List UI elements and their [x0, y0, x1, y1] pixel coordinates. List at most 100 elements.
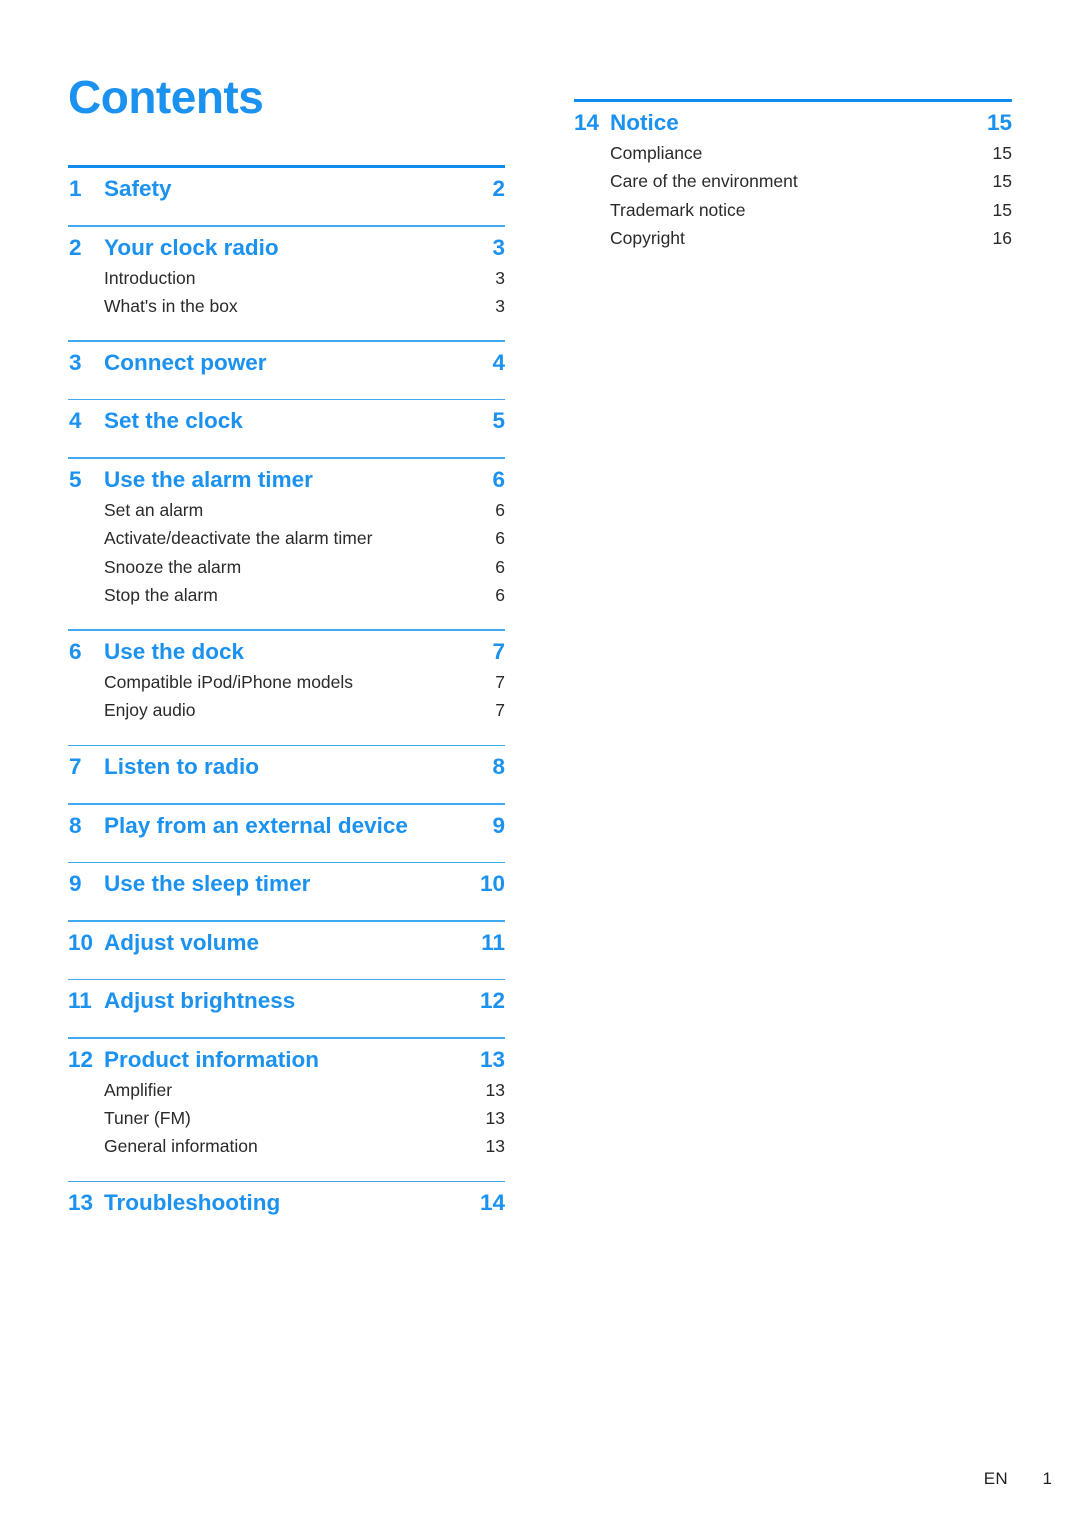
toc-group-body: 14 Notice 15 Compliance 15 Care of the enviro…	[574, 102, 1012, 272]
toc-entry-subsection[interactable]: Tuner (FM) 13	[68, 1104, 505, 1132]
toc-entry-chapter[interactable]: 5 Use the alarm timer 6	[68, 464, 505, 496]
toc-entry-chapter[interactable]: 12 Product information 13	[68, 1044, 505, 1076]
toc-entry-chapter[interactable]: 11 Adjust brightness 12	[68, 985, 505, 1017]
toc-entry-chapter[interactable]: 9 Use the sleep timer 10	[68, 868, 505, 900]
subsection-page-number: 16	[992, 228, 1012, 249]
chapter-title: Connect power	[104, 349, 267, 375]
subsection-title: Copyright	[610, 228, 685, 249]
toc-group-body: 12 Product information 13 Amplifier 13 Tuner …	[68, 1039, 505, 1181]
subsection-title: Amplifier	[104, 1079, 173, 1100]
toc-entry-chapter[interactable]: 6 Use the dock 7	[68, 636, 505, 668]
toc-entry-subsection[interactable]: What's in the box 3	[68, 292, 505, 320]
chapter-number: 5	[69, 467, 82, 492]
chapter-page-number: 3	[492, 234, 505, 260]
toc-entry-subsection[interactable]: Activate/deactivate the alarm timer 6	[68, 524, 505, 552]
chapter-page-number: 10	[479, 871, 505, 897]
subsection-title: Compliance	[610, 143, 703, 164]
toc-group-body: 4 Set the clock 5	[68, 400, 505, 457]
toc-group-body: 9 Use the sleep timer 10	[68, 863, 505, 920]
toc-entry-chapter[interactable]: 8 Play from an external device 9	[68, 810, 505, 842]
chapter-title: Set the clock	[104, 408, 243, 434]
toc-entry-subsection[interactable]: Amplifier 13	[68, 1076, 505, 1104]
toc-entry-chapter[interactable]: 3 Connect power 4	[68, 347, 505, 379]
chapter-page-number: 4	[492, 349, 505, 375]
subsection-page-number: 7	[495, 671, 505, 692]
subsection-page-number: 6	[495, 499, 505, 520]
chapter-number: 1	[69, 176, 82, 202]
subsection-page-number: 15	[992, 143, 1012, 164]
chapter-title: Troubleshooting	[104, 1190, 281, 1216]
toc-entry-chapter[interactable]: 1 Safety 2	[68, 173, 505, 205]
toc-entry-chapter[interactable]: 10 Adjust volume 11	[68, 927, 505, 959]
chapter-title: Play from an external device	[104, 812, 408, 838]
subsection-title: Introduction	[104, 267, 196, 288]
chapter-page-number: 8	[492, 754, 505, 780]
subsection-page-number: 15	[992, 199, 1012, 220]
chapter-title: Your clock radio	[104, 234, 279, 260]
toc-entry-chapter[interactable]: 14 Notice 15	[574, 107, 1012, 139]
subsection-page-number: 6	[495, 556, 505, 577]
chapter-title: Adjust brightness	[104, 988, 296, 1014]
page-footer: EN 1	[0, 1467, 1080, 1489]
toc-group-body: 10 Adjust volume 11	[68, 922, 505, 979]
chapter-title: Use the sleep timer	[104, 871, 311, 897]
chapter-page-number: 13	[479, 1046, 505, 1072]
toc-entry-subsection[interactable]: Trademark notice 15	[574, 196, 1012, 224]
toc-entry-subsection[interactable]: Compatible iPod/iPhone models 7	[68, 668, 505, 696]
toc-entry-subsection[interactable]: General information 13	[68, 1132, 505, 1160]
chapter-page-number: 12	[479, 988, 505, 1014]
footer-page-number: 1	[1042, 1469, 1052, 1488]
toc-entry-subsection[interactable]: Compliance 15	[574, 139, 1012, 167]
toc-entry-subsection[interactable]: Care of the environment 15	[574, 167, 1012, 195]
toc-group-body: 8 Play from an external device 9	[68, 805, 505, 862]
toc-entry-subsection[interactable]: Copyright 16	[574, 224, 1012, 252]
subsection-title: Care of the environment	[610, 171, 798, 192]
subsection-title: What's in the box	[104, 296, 238, 316]
subsection-page-number: 13	[485, 1136, 505, 1157]
toc-group-body: 13 Troubleshooting 14	[68, 1182, 505, 1239]
toc-entry-subsection[interactable]: Set an alarm 6	[68, 496, 505, 524]
chapter-number: 4	[69, 408, 82, 434]
chapter-number: 9	[69, 871, 82, 897]
toc-group-body: 2 Your clock radio 3 Introduction 3 What's in…	[68, 227, 505, 341]
chapter-page-number: 2	[492, 176, 505, 202]
toc-group-body: 1 Safety 2	[68, 168, 505, 225]
subsection-title: Stop the alarm	[104, 584, 218, 605]
toc-group-body: 6 Use the dock 7 Compatible iPod/iPhone mod…	[68, 631, 505, 745]
toc-column-left: 1 Safety 2 2 Your clock radio 3 Introduction 3 W…	[68, 165, 505, 1239]
chapter-title: Notice	[610, 110, 679, 136]
subsection-page-number: 13	[485, 1079, 505, 1100]
chapter-page-number: 6	[492, 467, 505, 492]
toc-group-body: 11 Adjust brightness 12	[68, 980, 505, 1037]
chapter-number: 13	[68, 1190, 94, 1216]
toc-entry-chapter[interactable]: 2 Your clock radio 3	[68, 232, 505, 264]
chapter-number: 10	[68, 929, 94, 955]
chapter-page-number: 15	[986, 110, 1012, 136]
chapter-title: Safety	[104, 176, 172, 202]
toc-group: 7 Listen to radio 8	[68, 744, 505, 804]
toc-entry-subsection[interactable]: Snooze the alarm 6	[68, 553, 505, 581]
toc-entry-chapter[interactable]: 4 Set the clock 5	[68, 405, 505, 437]
toc-entry-chapter[interactable]: 13 Troubleshooting 14	[68, 1187, 505, 1219]
toc-entry-subsection[interactable]: Introduction 3	[68, 264, 505, 292]
subsection-page-number: 15	[992, 171, 1012, 192]
toc-group: 14 Notice 15 Compliance 15 Care of the enviro…	[574, 99, 1012, 273]
toc-group: 5 Use the alarm timer 6 Set an alarm 6 Activa…	[68, 457, 505, 629]
subsection-title: Activate/deactivate the alarm timer	[104, 528, 373, 549]
toc-entry-subsection[interactable]: Enjoy audio 7	[68, 696, 505, 724]
chapter-page-number: 9	[492, 812, 505, 838]
chapter-page-number: 11	[481, 929, 505, 955]
subsection-title: Set an alarm	[104, 499, 204, 520]
toc-column-right: 14 Notice 15 Compliance 15 Care of the enviro…	[574, 99, 1012, 273]
toc-group: 8 Play from an external device 9	[68, 803, 505, 862]
toc-group: 6 Use the dock 7 Compatible iPod/iPhone mod…	[68, 629, 505, 744]
subsection-page-number: 6	[495, 528, 505, 549]
toc-entry-chapter[interactable]: 7 Listen to radio 8	[68, 751, 505, 783]
subsection-title: General information	[104, 1136, 258, 1157]
chapter-number: 7	[69, 754, 82, 780]
chapter-number: 11	[68, 988, 92, 1014]
toc-entry-subsection[interactable]: Stop the alarm 6	[68, 581, 505, 609]
toc-group: 4 Set the clock 5	[68, 398, 505, 458]
subsection-title: Enjoy audio	[104, 700, 196, 721]
subsection-page-number: 6	[495, 584, 505, 605]
